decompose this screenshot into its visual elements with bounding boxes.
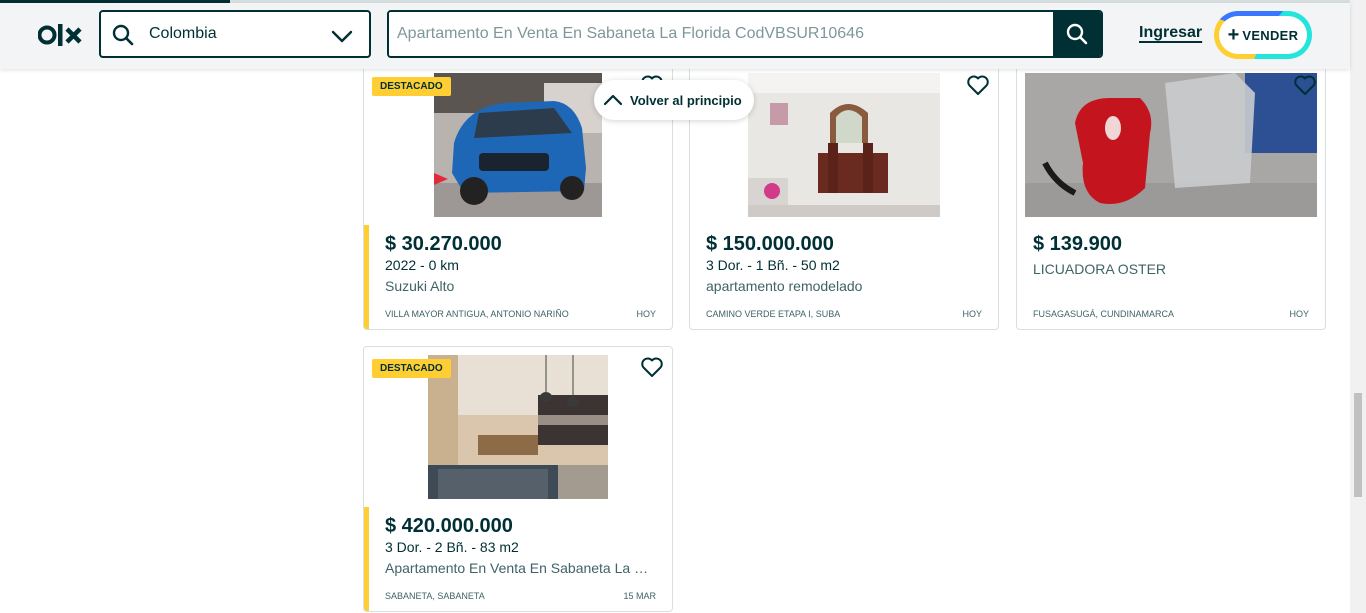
listing-title: Suzuki Alto: [385, 278, 455, 294]
location-value: Colombia: [149, 25, 217, 42]
listing-card[interactable]: DESTACADO $ 420.000.000 3 Dor. - 2 Bñ. -…: [363, 346, 673, 612]
listing-date: HOY: [636, 309, 656, 319]
back-to-top-button[interactable]: Volver al principio: [594, 80, 754, 120]
listing-price: $ 420.000.000: [385, 515, 513, 537]
search-icon: [111, 23, 135, 47]
site-header: Colombia Ingresar + VENDER: [0, 3, 1350, 69]
listing-details: 2022 - 0 km: [385, 257, 459, 273]
page-scrollbar[interactable]: [1350, 0, 1366, 613]
location-selector[interactable]: Colombia: [99, 10, 371, 58]
listing-image: [1025, 73, 1317, 217]
listing-date: 15 MAR: [623, 591, 656, 601]
listing-price: $ 30.270.000: [385, 233, 502, 255]
listing-date: HOY: [962, 309, 982, 319]
search-icon: [1066, 23, 1088, 45]
search-bar: [387, 10, 1103, 58]
listing-location: CAMINO VERDE ETAPA I, SUBA: [706, 309, 841, 319]
listing-details: 3 Dor. - 1 Bñ. - 50 m2: [706, 257, 840, 273]
listing-location: FUSAGASUGÁ, CUNDINAMARCA: [1033, 309, 1175, 319]
plus-icon: +: [1227, 24, 1240, 46]
listing-price: $ 150.000.000: [706, 233, 834, 255]
listing-location: SABANETA, SABANETA: [385, 591, 485, 601]
listing-date: HOY: [1289, 309, 1309, 319]
back-to-top-label: Volver al principio: [630, 92, 742, 108]
featured-badge: DESTACADO: [372, 359, 451, 378]
heart-icon[interactable]: [640, 355, 664, 379]
chevron-down-icon: [331, 25, 353, 47]
search-input[interactable]: [389, 12, 1053, 56]
page: Colombia Ingresar + VENDER Volver al pri…: [0, 0, 1366, 613]
search-button[interactable]: [1053, 12, 1101, 56]
chevron-up-icon: [603, 94, 623, 106]
scrollbar-thumb[interactable]: [1354, 393, 1362, 497]
heart-icon[interactable]: [1293, 73, 1317, 97]
featured-badge: DESTACADO: [372, 77, 451, 96]
heart-icon[interactable]: [966, 73, 990, 97]
listing-card[interactable]: $ 139.900 LICUADORA OSTER FUSAGASUGÁ, CU…: [1016, 64, 1326, 330]
listing-details: 3 Dor. - 2 Bñ. - 83 m2: [385, 539, 519, 555]
listing-title: Apartamento En Venta En Sabaneta La Flor…: [385, 560, 655, 576]
login-link[interactable]: Ingresar: [1139, 24, 1202, 42]
listing-title: LICUADORA OSTER: [1033, 261, 1167, 277]
listing-price: $ 139.900: [1033, 233, 1122, 255]
olx-logo[interactable]: [37, 22, 82, 48]
listing-location: VILLA MAYOR ANTIGUA, ANTONIO NARIÑO: [385, 309, 569, 319]
sell-button-label: VENDER: [1242, 27, 1299, 43]
listing-title: apartamento remodelado: [706, 278, 863, 294]
sell-button-inner: + VENDER: [1219, 16, 1307, 54]
sell-button[interactable]: + VENDER: [1214, 11, 1312, 59]
